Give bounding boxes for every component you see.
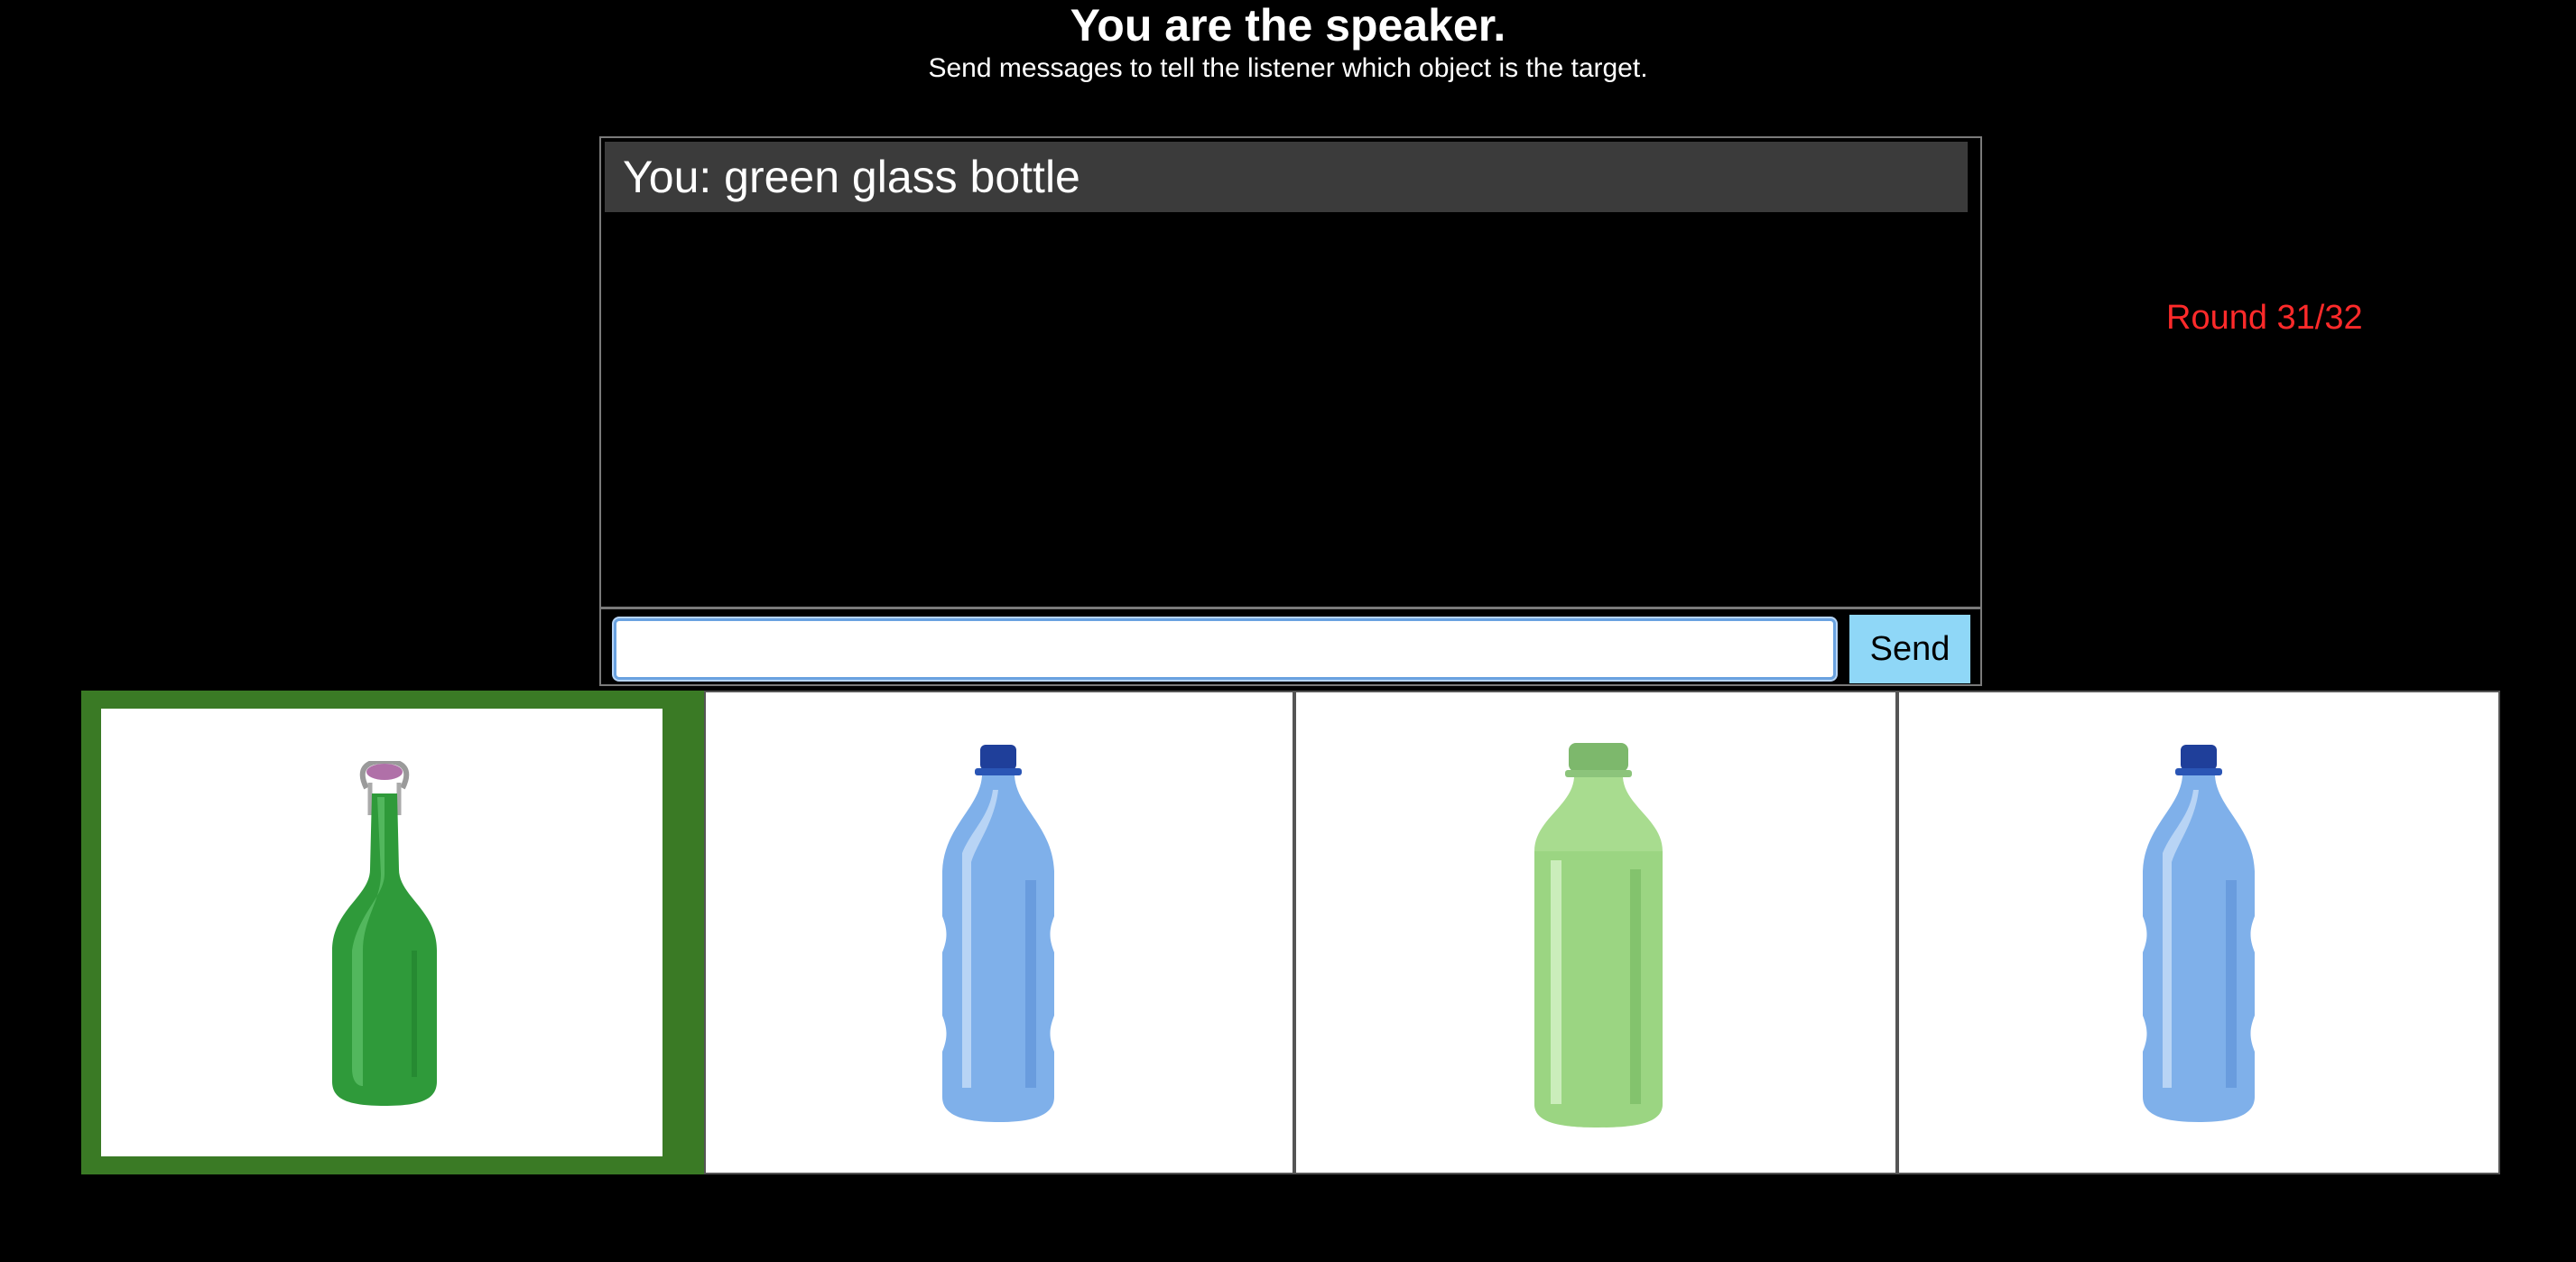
object-card-1[interactable] xyxy=(81,691,688,1174)
object-card-2[interactable] xyxy=(704,691,1294,1174)
object-grid xyxy=(81,691,2500,1174)
object-card-3[interactable] xyxy=(1294,691,1897,1174)
message-input[interactable] xyxy=(614,618,1836,680)
chat-message: You: green glass bottle xyxy=(605,142,1968,212)
target-highlight-strip xyxy=(688,691,704,1174)
page-subtitle: Send messages to tell the listener which… xyxy=(928,53,1648,83)
green-glass-bottle-icon xyxy=(332,761,437,1106)
object-image-frame xyxy=(101,709,663,1156)
blue-plastic-bottle-icon xyxy=(2143,745,2255,1122)
chat-panel: You: green glass bottle Send xyxy=(599,136,1982,686)
green-plastic-bottle-icon xyxy=(1534,743,1663,1127)
send-button[interactable]: Send xyxy=(1849,615,1970,683)
round-counter: Round 31/32 xyxy=(2166,299,2363,337)
page-title: You are the speaker. xyxy=(1070,0,1506,51)
chat-divider xyxy=(601,607,1980,609)
object-card-4[interactable] xyxy=(1897,691,2500,1174)
chat-log: You: green glass bottle xyxy=(605,142,1977,608)
blue-plastic-bottle-icon xyxy=(942,745,1054,1122)
